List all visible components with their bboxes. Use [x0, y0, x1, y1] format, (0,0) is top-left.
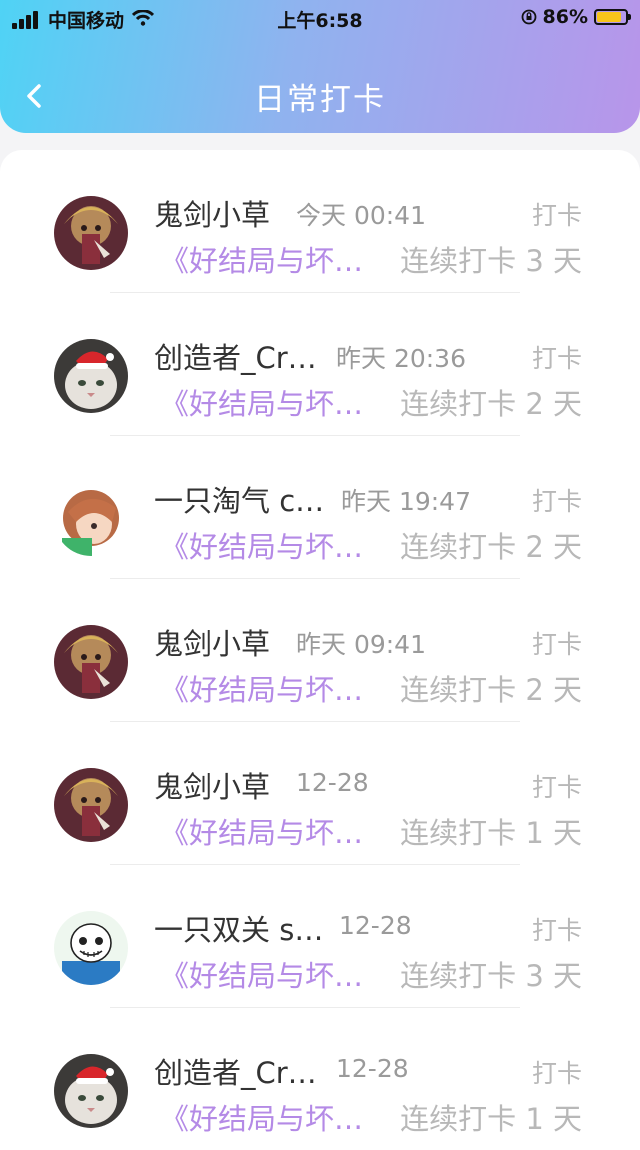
user-name[interactable]: 创造者_Cr…: [154, 335, 317, 377]
streak-text: 连续打卡 1 天: [400, 1102, 582, 1136]
checkin-label: 打卡: [531, 630, 582, 659]
checkin-label: 打卡: [531, 1059, 582, 1088]
anime-character-avatar: [54, 196, 128, 270]
skeleton-avatar: [54, 911, 128, 985]
streak-text: 连续打卡 2 天: [400, 530, 582, 564]
page-title: 日常打卡: [254, 82, 386, 118]
checkin-time: 12-28: [296, 768, 369, 797]
book-title-link[interactable]: 《好结局与坏…: [160, 1096, 363, 1138]
anime-character-avatar: [54, 768, 128, 842]
list-item[interactable]: 创造者_Cr… 12-28 打卡《好结局与坏… 连续打卡 1 天: [0, 1008, 640, 1150]
user-name[interactable]: 一只淘气 c…: [154, 478, 324, 520]
battery-icon: [594, 9, 631, 25]
battery-percent: 86%: [542, 6, 588, 28]
checkin-label: 打卡: [531, 201, 582, 230]
user-name[interactable]: 创造者_Cr…: [154, 1050, 317, 1092]
cat-santa-hat-avatar: [54, 1054, 128, 1128]
battery-fill: [597, 12, 622, 22]
checkin-time: 12-28: [339, 911, 412, 940]
user-name[interactable]: 鬼剑小草: [154, 192, 270, 234]
checkin-time: 12-28: [336, 1054, 409, 1083]
cat-santa-hat-avatar: [54, 339, 128, 413]
checkin-time: 昨天 19:47: [341, 487, 471, 516]
status-right: 86%: [521, 6, 631, 28]
list-item[interactable]: 创造者_Cr… 昨天 20:36 打卡《好结局与坏… 连续打卡 2 天: [0, 293, 640, 436]
avatar[interactable]: [54, 482, 128, 556]
book-title-link[interactable]: 《好结局与坏…: [160, 238, 363, 280]
checkin-label: 打卡: [531, 773, 582, 802]
checkin-time: 今天 00:41: [296, 201, 426, 230]
streak-text: 连续打卡 2 天: [400, 673, 582, 707]
avatar[interactable]: [54, 1054, 128, 1128]
list-item[interactable]: 一只双关 s… 12-28 打卡《好结局与坏… 连续打卡 3 天: [0, 865, 640, 1008]
book-title-link[interactable]: 《好结局与坏…: [160, 524, 363, 566]
user-name[interactable]: 鬼剑小草: [154, 621, 270, 663]
checkin-label: 打卡: [531, 916, 582, 945]
book-title-link[interactable]: 《好结局与坏…: [160, 381, 363, 423]
checkin-label: 打卡: [531, 487, 582, 516]
streak-text: 连续打卡 2 天: [400, 387, 582, 421]
streak-text: 连续打卡 3 天: [400, 244, 582, 278]
status-bar: 中国移动 上午6:58 86%: [0, 0, 640, 36]
user-name[interactable]: 一只双关 s…: [154, 907, 323, 949]
checkin-time: 昨天 20:36: [336, 344, 466, 373]
anime-girl-avatar: [54, 482, 128, 556]
list-item[interactable]: 鬼剑小草 12-28 打卡《好结局与坏… 连续打卡 1 天: [0, 722, 640, 865]
header: 中国移动 上午6:58 86% 日常打卡: [0, 0, 640, 133]
book-title-link[interactable]: 《好结局与坏…: [160, 667, 363, 709]
checkin-list: 鬼剑小草 今天 00:41 打卡 《好结局与坏… 连续打卡 3 天创造者_Cr… 昨天 2…: [0, 150, 640, 1150]
avatar[interactable]: [54, 625, 128, 699]
checkin-label: 打卡: [531, 344, 582, 373]
book-title-link[interactable]: 《好结局与坏…: [160, 953, 363, 995]
avatar[interactable]: [54, 768, 128, 842]
orientation-lock-icon: [521, 9, 536, 25]
streak-text: 连续打卡 1 天: [400, 816, 582, 850]
checkin-time: 昨天 09:41: [296, 630, 426, 659]
anime-character-avatar: [54, 625, 128, 699]
list-item[interactable]: 鬼剑小草 昨天 09:41 打卡《好结局与坏… 连续打卡 2 天: [0, 579, 640, 722]
list-item[interactable]: 鬼剑小草 今天 00:41 打卡《好结局与坏… 连续打卡 3 天: [0, 150, 640, 293]
list-item[interactable]: 一只淘气 c… 昨天 19:47 打卡《好结局与坏… 连续打卡 2 天: [0, 436, 640, 579]
book-title-link[interactable]: 《好结局与坏…: [160, 810, 363, 852]
avatar[interactable]: [54, 911, 128, 985]
user-name[interactable]: 鬼剑小草: [154, 764, 270, 806]
avatar[interactable]: [54, 196, 128, 270]
streak-text: 连续打卡 3 天: [400, 959, 582, 993]
avatar[interactable]: [54, 339, 128, 413]
